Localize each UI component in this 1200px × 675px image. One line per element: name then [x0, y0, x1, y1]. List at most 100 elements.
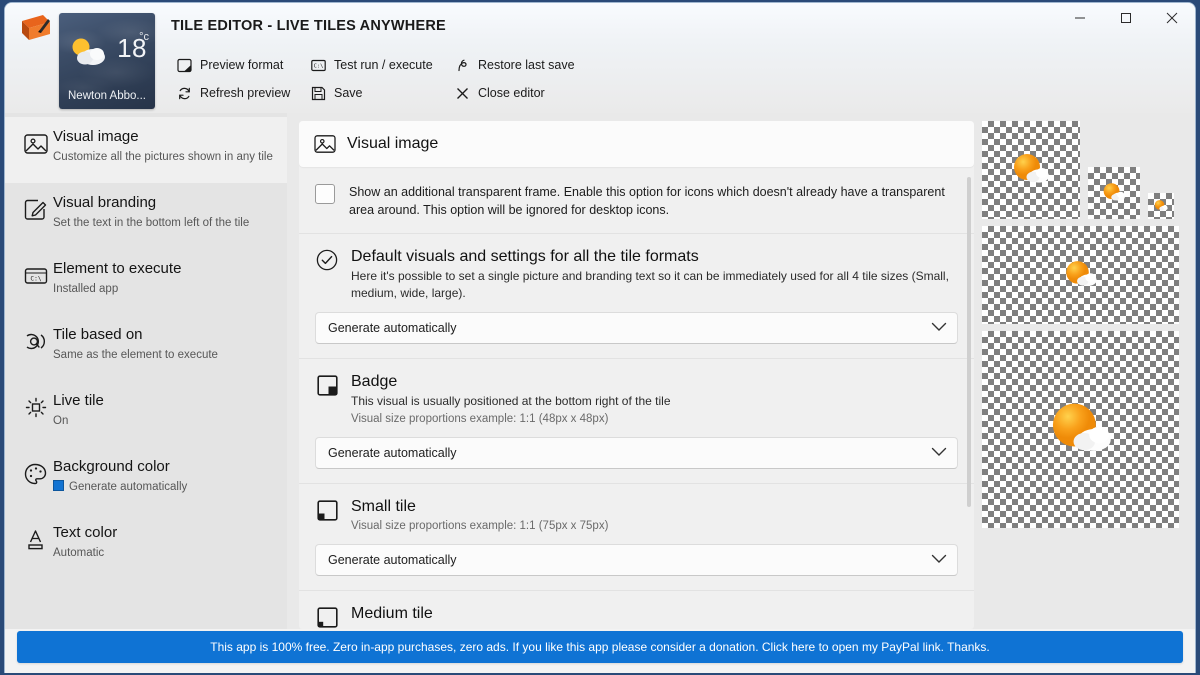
chevron-down-icon	[931, 554, 947, 567]
chevron-down-icon	[931, 322, 947, 335]
footer-area: This app is 100% free. Zero in-app purch…	[5, 629, 1195, 673]
block-subtitle-secondary: Visual size proportions example: 1:1 (48…	[351, 411, 671, 427]
app-window: 18 °c Newton Abbo... TILE EDITOR - LIVE …	[4, 2, 1196, 673]
sidebar-item-live-tile[interactable]: Live tile On	[5, 381, 287, 447]
badge-dropdown[interactable]: Generate automatically	[315, 437, 958, 469]
sidebar-item-subtitle: Installed app	[53, 283, 118, 295]
sidebar-item-subtitle: Set the text in the bottom left of the t…	[53, 217, 249, 229]
sidebar-item-element-to-execute[interactable]: C:\ Element to execute Installed app	[5, 249, 287, 315]
sidebar-item-subtitle: Automatic	[53, 547, 104, 559]
block-subtitle: This visual is usually positioned at the…	[351, 393, 671, 410]
block-small-tile: Small tile Visual size proportions examp…	[299, 484, 974, 591]
toolbar-label: Test run / execute	[334, 58, 433, 72]
dropdown-value: Generate automatically	[328, 321, 457, 335]
block-badge: Badge This visual is usually positioned …	[299, 359, 974, 484]
save-icon	[309, 85, 327, 101]
undo-icon	[453, 57, 471, 73]
main-settings-panel: Visual image Show an additional transpar…	[287, 113, 982, 629]
close-icon	[453, 85, 471, 101]
section-header-visual-image: Visual image	[299, 121, 974, 167]
toolbar-restore-last-save[interactable]: Restore last save	[449, 51, 599, 79]
sidebar-item-title: Visual image	[53, 128, 139, 145]
toolbar-label: Close editor	[478, 86, 545, 100]
tile-city-label: Newton Abbo...	[59, 90, 155, 102]
toolbar-close-editor[interactable]: Close editor	[449, 79, 599, 107]
console-icon: C:\	[309, 57, 327, 73]
settings-sidebar: Visual image Customize all the pictures …	[5, 113, 287, 629]
sidebar-item-title: Text color	[53, 524, 117, 541]
live-tile-preview[interactable]: 18 °c Newton Abbo...	[59, 13, 155, 109]
tile-temperature-unit: °c	[139, 31, 149, 43]
image-icon	[313, 133, 337, 155]
tile-preview-column	[982, 113, 1195, 629]
image-icon	[19, 130, 53, 158]
editor-toolbar: Preview format C:\ Test run / execute Re…	[171, 51, 691, 107]
default-visuals-dropdown[interactable]: Generate automatically	[315, 312, 958, 344]
sidebar-item-title: Live tile	[53, 392, 104, 409]
section-header-title: Visual image	[347, 135, 438, 153]
donation-banner[interactable]: This app is 100% free. Zero in-app purch…	[17, 631, 1183, 663]
block-title: Badge	[351, 373, 397, 390]
sidebar-item-subtitle: Same as the element to execute	[53, 349, 218, 361]
weather-sun-cloud-icon	[1100, 181, 1128, 205]
block-medium-tile: Medium tile	[299, 591, 974, 629]
preview-large-tile[interactable]	[982, 331, 1179, 528]
dropdown-value: Generate automatically	[328, 446, 457, 460]
weather-sun-cloud-icon	[1043, 398, 1119, 461]
toolbar-label: Preview format	[200, 58, 283, 72]
sidebar-item-title: Tile based on	[53, 326, 143, 343]
sidebar-item-tile-based-on[interactable]: Tile based on Same as the element to exe…	[5, 315, 287, 381]
sidebar-item-visual-branding[interactable]: Visual branding Set the text in the bott…	[5, 183, 287, 249]
toolbar-save[interactable]: Save	[305, 79, 445, 107]
console-icon: C:\	[19, 262, 53, 290]
sidebar-item-title: Background color	[53, 458, 170, 475]
block-subtitle: Here it's possible to set a single pictu…	[351, 268, 958, 302]
window-body: Visual image Customize all the pictures …	[5, 113, 1195, 629]
sidebar-item-visual-image[interactable]: Visual image Customize all the pictures …	[5, 117, 287, 183]
toolbar-preview-format[interactable]: Preview format	[171, 51, 301, 79]
transparent-frame-label: Show an additional transparent frame. En…	[349, 183, 958, 219]
sidebar-item-subtitle-text: Generate automatically	[69, 481, 187, 493]
block-title: Small tile	[351, 498, 416, 515]
sidebar-item-title: Visual branding	[53, 194, 156, 211]
preview-wide-tile[interactable]	[982, 226, 1179, 324]
small-tile-icon	[315, 498, 339, 522]
svg-text:C:\: C:\	[30, 276, 41, 283]
transparent-frame-row[interactable]: Show an additional transparent frame. En…	[299, 169, 974, 234]
settings-list: Show an additional transparent frame. En…	[299, 169, 974, 629]
close-button[interactable]	[1149, 3, 1195, 33]
preview-row-top	[982, 121, 1187, 219]
chevron-down-icon	[931, 447, 947, 460]
settings-scroll-area[interactable]: Visual image Show an additional transpar…	[299, 121, 974, 629]
weather-sun-cloud-icon	[1153, 199, 1170, 213]
main-scrollbar[interactable]	[966, 167, 972, 625]
sidebar-item-background-color[interactable]: Background color Generate automatically	[5, 447, 287, 513]
transparent-frame-checkbox[interactable]	[315, 184, 335, 204]
check-circle-icon	[315, 248, 339, 272]
svg-text:C:\: C:\	[313, 63, 323, 69]
weather-sun-cloud-icon	[1061, 259, 1101, 292]
sidebar-item-text-color[interactable]: Text color Automatic	[5, 513, 287, 579]
maximize-button[interactable]	[1103, 3, 1149, 33]
toolbar-refresh-preview[interactable]: Refresh preview	[171, 79, 301, 107]
title-bar: 18 °c Newton Abbo... TILE EDITOR - LIVE …	[5, 3, 1195, 113]
preview-large-square[interactable]	[982, 121, 1080, 219]
small-tile-dropdown[interactable]: Generate automatically	[315, 544, 958, 576]
edit-icon	[19, 196, 53, 224]
sidebar-item-subtitle: On	[53, 415, 68, 427]
medium-tile-icon	[315, 605, 339, 629]
tile-weather-icon	[67, 35, 111, 69]
scrollbar-thumb[interactable]	[967, 177, 971, 507]
preview-medium-square[interactable]	[1088, 167, 1140, 219]
block-title: Medium tile	[351, 605, 433, 622]
toolbar-label: Refresh preview	[200, 86, 290, 100]
minimize-button[interactable]	[1057, 3, 1103, 33]
page-title: TILE EDITOR - LIVE TILES ANYWHERE	[171, 18, 446, 34]
app-logo-icon	[19, 13, 53, 43]
window-controls	[1057, 3, 1195, 33]
weather-sun-cloud-icon	[1008, 151, 1054, 189]
palette-icon	[19, 460, 53, 488]
toolbar-label: Save	[334, 86, 363, 100]
toolbar-test-run[interactable]: C:\ Test run / execute	[305, 51, 445, 79]
preview-small-square[interactable]	[1148, 193, 1174, 219]
